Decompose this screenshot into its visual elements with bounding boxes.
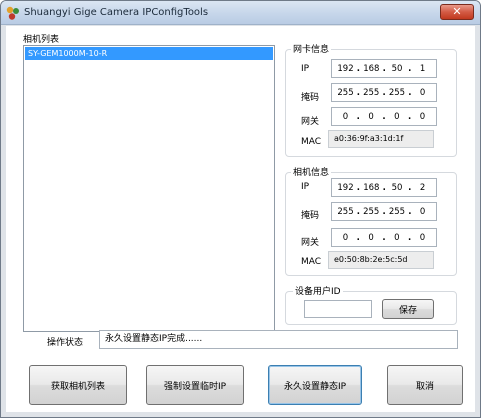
camera-ip-label: IP <box>301 182 310 192</box>
camera-gateway-label: 网关 <box>301 238 320 248</box>
camera-ip-field[interactable]: 192. 168. 50. 2 <box>331 178 437 197</box>
nic-mask-label: 掩码 <box>301 93 320 103</box>
camera-mask-label: 掩码 <box>301 211 320 221</box>
nic-mac-field: a0:36:9f:a3:1d:1f <box>328 130 434 148</box>
status-label: 操作状态 <box>47 338 84 348</box>
nic-gateway-label: 网关 <box>301 117 320 127</box>
nic-gateway-field[interactable]: 0. 0. 0. 0 <box>331 107 437 126</box>
nic-mac-label: MAC <box>301 137 322 147</box>
cancel-button[interactable]: 取消 <box>387 365 463 405</box>
force-temp-ip-button[interactable]: 强制设置临时IP <box>146 365 244 405</box>
nic-mask-field[interactable]: 255. 255. 255. 0 <box>331 83 437 102</box>
camera-info-title: 相机信息 <box>291 165 332 178</box>
title-bar[interactable]: Shuangyi Gige Camera IPConfigTools ✕ <box>1 1 480 25</box>
camera-gateway-field[interactable]: 0. 0. 0. 0 <box>331 228 437 247</box>
camera-mac-field: e0:50:8b:2e:5c:5d <box>328 251 434 269</box>
user-id-input[interactable] <box>304 300 372 318</box>
camera-listbox[interactable]: SY-GEM1000M-10-R <box>23 45 275 332</box>
camera-mask-field[interactable]: 255. 255. 255. 0 <box>331 202 437 221</box>
main-window: Shuangyi Gige Camera IPConfigTools ✕ 相机列… <box>0 0 481 418</box>
save-button[interactable]: 保存 <box>382 299 434 319</box>
close-icon: ✕ <box>452 5 462 18</box>
app-icon <box>6 6 19 20</box>
camera-mac-label: MAC <box>301 257 322 267</box>
list-item[interactable]: SY-GEM1000M-10-R <box>25 47 273 60</box>
close-button[interactable]: ✕ <box>440 4 474 20</box>
user-id-title: 设备用户ID <box>293 284 343 297</box>
nic-info-title: 网卡信息 <box>291 42 332 55</box>
nic-ip-field[interactable]: 192. 168. 50. 1 <box>331 59 437 78</box>
status-field: 永久设置静态IP完成...... <box>99 330 458 349</box>
nic-ip-label: IP <box>301 64 310 74</box>
window-title: Shuangyi Gige Camera IPConfigTools <box>24 7 209 18</box>
get-camera-list-button[interactable]: 获取相机列表 <box>29 365 127 405</box>
set-static-ip-button[interactable]: 永久设置静态IP <box>268 365 362 405</box>
camera-list-label: 相机列表 <box>23 35 60 45</box>
